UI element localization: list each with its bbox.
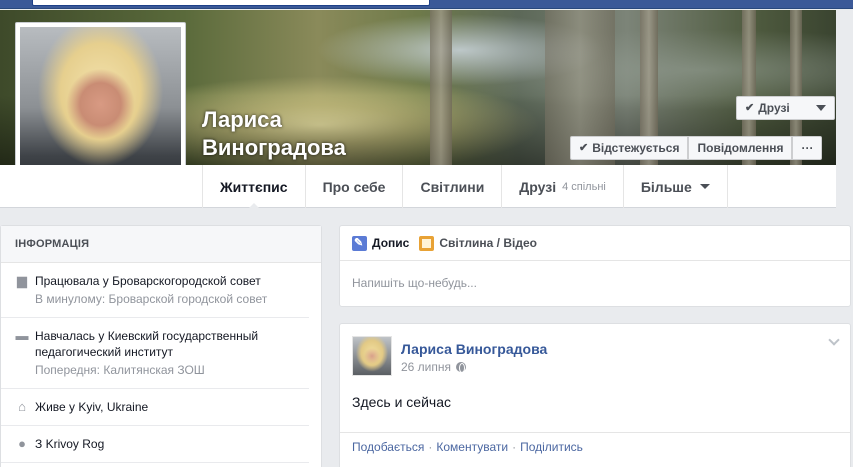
- profile-name[interactable]: Лариса Виноградова: [202, 106, 346, 162]
- home-icon: ⌂: [18, 399, 26, 414]
- friends-button[interactable]: ✔ Друзі: [736, 96, 835, 120]
- chevron-down-icon[interactable]: [828, 334, 840, 346]
- status-option[interactable]: Допис: [352, 235, 410, 251]
- graduation-cap-icon: ▬: [15, 328, 29, 343]
- cover-tree-trunk: [430, 10, 452, 165]
- info-prefix: Навчалась у: [35, 329, 108, 343]
- info-main-text: Навчалась у Киевский государственный пед…: [35, 328, 295, 360]
- profile-actions: ✔ Відстежується Повідомлення ···: [570, 136, 823, 160]
- tab-label: Життєпис: [220, 178, 288, 195]
- post-date: 26 липня: [401, 360, 467, 374]
- tab-friends[interactable]: Друзі 4 спільні: [501, 165, 623, 208]
- profile-picture-image: [20, 27, 181, 188]
- more-options-icon: ···: [801, 141, 814, 155]
- info-prefix: Живе у: [35, 400, 79, 414]
- tab-label: Друзі: [519, 178, 557, 195]
- info-sub-text: В минулому: Броварской городской совет: [35, 292, 268, 306]
- friends-button-label: Друзі: [758, 101, 790, 115]
- info-item-lives: ⌂ Живе у Kyiv, Ukraine: [1, 389, 309, 426]
- post-date-text[interactable]: 26 липня: [401, 360, 451, 374]
- photo-option-label: Світлина / Відео: [439, 236, 537, 250]
- checkmark-icon: ✔: [579, 142, 589, 154]
- profile-name-last: Виноградова: [202, 135, 346, 160]
- post-text: Здесь и сейчас: [352, 394, 451, 410]
- comment-link[interactable]: Коментувати: [436, 440, 508, 454]
- photo-video-option[interactable]: Світлина / Відео: [419, 235, 537, 251]
- timeline-tabs: Життєпис Про себе Світлини Друзі 4 спіль…: [202, 165, 728, 209]
- info-main-text: Працювала у Броварскогородской совет: [35, 273, 267, 289]
- follow-button[interactable]: ✔ Відстежується: [570, 136, 689, 160]
- tab-timeline[interactable]: Життєпис: [202, 165, 305, 209]
- search-input[interactable]: [32, 0, 430, 6]
- status-option-label: Допис: [372, 236, 410, 250]
- intro-card: ІНФОРМАЦІЯ ▆ Працювала у Броварскогородс…: [0, 225, 322, 467]
- info-item-from: ● З Krivoy Rog: [1, 426, 309, 463]
- location-pin-icon: ●: [18, 436, 26, 451]
- tab-label: Про себе: [322, 178, 386, 195]
- tab-label: Більше: [640, 178, 692, 195]
- tab-more[interactable]: Більше: [622, 165, 728, 208]
- composer-options: Допис Світлина / Відео: [340, 226, 850, 261]
- photo-icon: [419, 235, 435, 251]
- hometown-link[interactable]: Krivoy Rog: [46, 437, 105, 451]
- info-item-work: ▆ Працювала у Броварскогородской совет В…: [1, 263, 309, 318]
- post-author[interactable]: Лариса Виноградова: [401, 341, 547, 357]
- info-main-text: З Krivoy Rog: [35, 436, 104, 452]
- top-bar: [0, 0, 853, 9]
- post-composer: Допис Світлина / Відео Напишіть що-небуд…: [339, 225, 851, 307]
- info-sub-text: Попередня: Калитянская ЗОШ: [35, 363, 205, 377]
- info-prefix: З: [35, 437, 46, 451]
- city-link[interactable]: Kyiv, Ukraine: [78, 400, 148, 414]
- message-button[interactable]: Повідомлення: [688, 136, 793, 160]
- info-item-education: ▬ Навчалась у Киевский государственный п…: [1, 318, 309, 389]
- tab-photos[interactable]: Світлини: [402, 165, 501, 208]
- employer-link[interactable]: Броварскогородской совет: [112, 274, 261, 288]
- profile-name-first: Лариса: [202, 107, 282, 132]
- like-link[interactable]: Подобається: [352, 440, 424, 454]
- share-link[interactable]: Поділитись: [520, 440, 583, 454]
- mutual-friends-count: 4 спільні: [562, 180, 606, 193]
- tab-about[interactable]: Про себе: [304, 165, 403, 208]
- intro-card-header: ІНФОРМАЦІЯ: [1, 226, 321, 263]
- composer-input[interactable]: Напишіть що-небудь...: [340, 261, 850, 305]
- avatar[interactable]: [352, 336, 392, 376]
- pencil-icon: [352, 235, 367, 251]
- globe-icon[interactable]: [456, 362, 467, 373]
- more-options-button[interactable]: ···: [792, 136, 823, 160]
- chevron-down-icon: [699, 184, 710, 189]
- separator: ·: [512, 440, 517, 454]
- separator: ·: [428, 440, 433, 454]
- checkmark-icon: ✔: [745, 102, 755, 114]
- tab-label: Світлини: [420, 178, 485, 195]
- briefcase-icon: ▆: [17, 273, 27, 288]
- info-prefix: Працювала у: [35, 274, 113, 288]
- timeline-post: Лариса Виноградова 26 липня Здесь и сейч…: [339, 323, 851, 467]
- post-actions: Подобається · Коментувати · Поділитись: [340, 432, 850, 461]
- info-main-text: Живе у Kyiv, Ukraine: [35, 399, 148, 415]
- timeline-nav: Життєпис Про себе Світлини Друзі 4 спіль…: [0, 165, 836, 209]
- message-button-label: Повідомлення: [697, 141, 784, 155]
- chevron-down-icon: [816, 105, 826, 111]
- follow-button-label: Відстежується: [592, 141, 680, 155]
